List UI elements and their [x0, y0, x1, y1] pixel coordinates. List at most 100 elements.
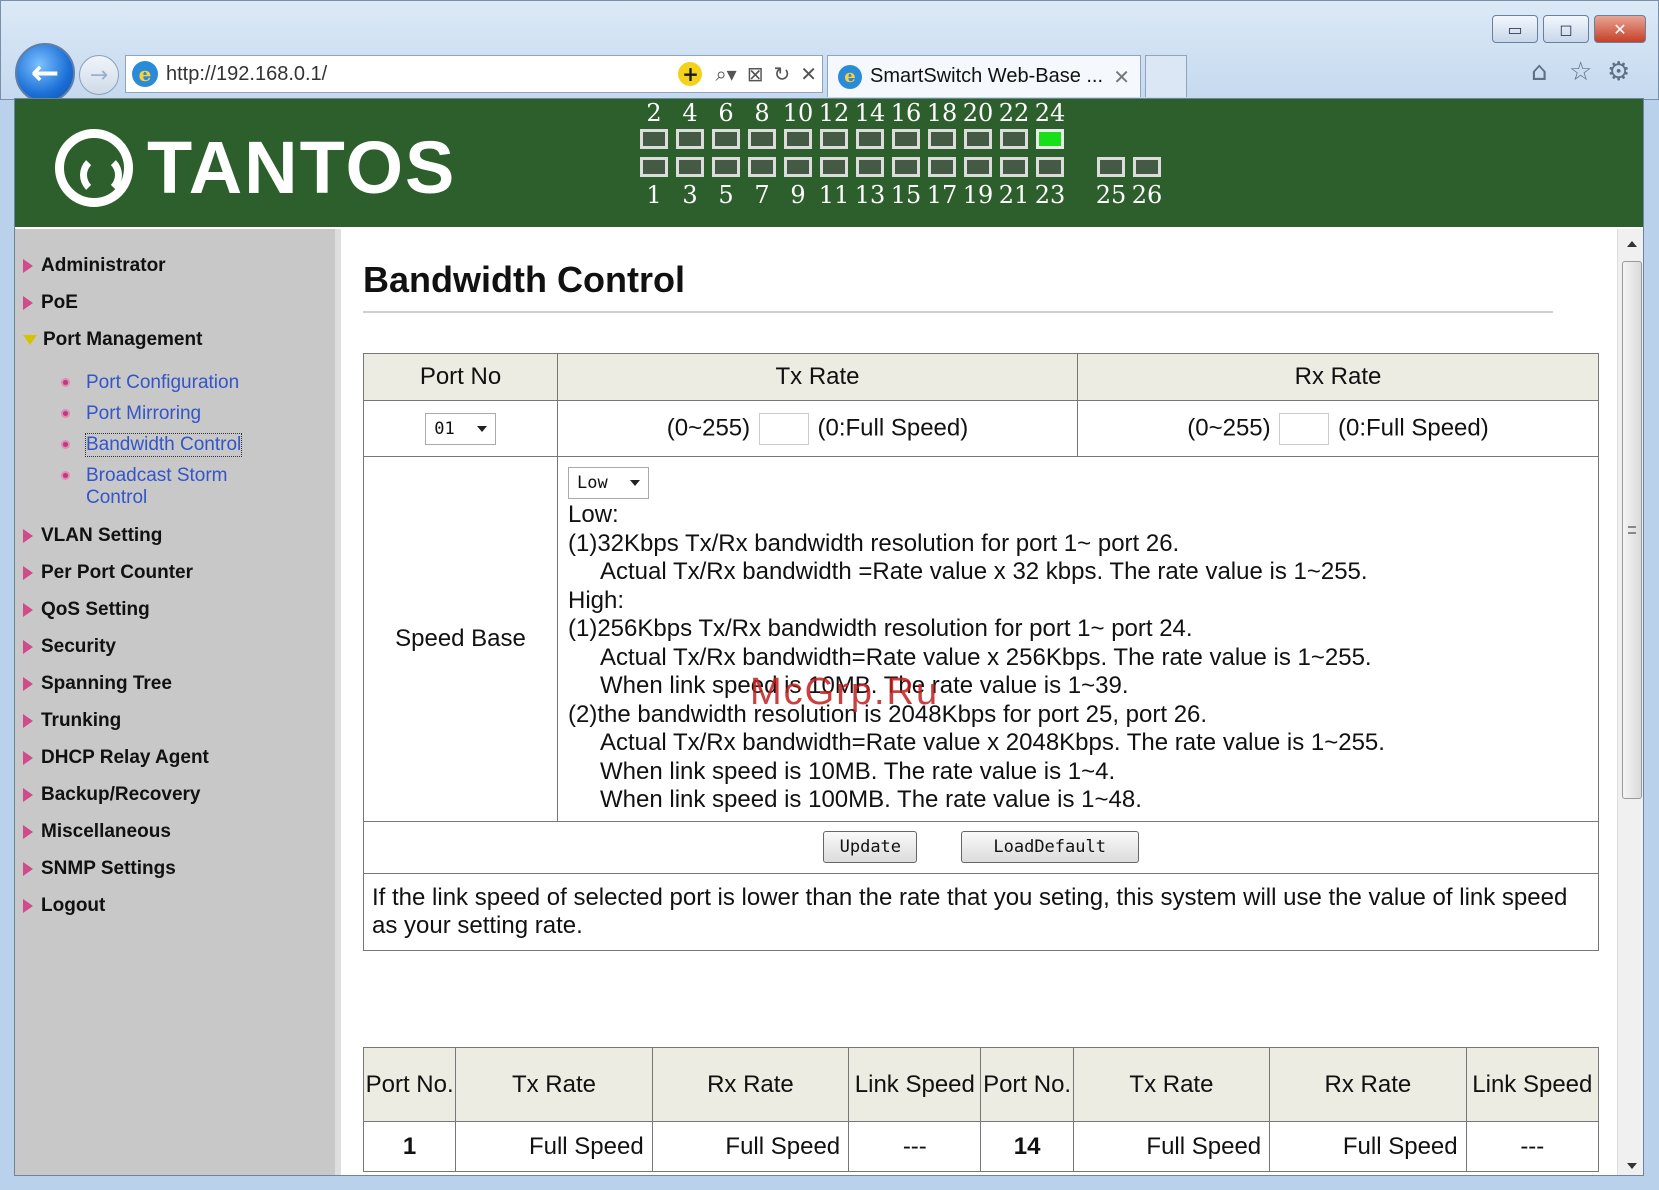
port-number-label: 22 [998, 99, 1030, 127]
port-8-indicator[interactable] [748, 129, 776, 149]
port-2-indicator[interactable] [640, 129, 668, 149]
sidebar-item-dhcp-relay-agent[interactable]: DHCP Relay Agent [23, 747, 209, 769]
port-21-indicator[interactable] [1000, 157, 1028, 177]
address-bar[interactable]: e http://192.168.0.1/ + ⌕▾ ⊠ ↻ ✕ [125, 55, 823, 93]
sidebar-item-label: VLAN Setting [41, 525, 163, 546]
subnav-item-label: Bandwidth Control [84, 433, 243, 457]
link-speed-note: If the link speed of selected port is lo… [363, 872, 1599, 951]
scroll-down-icon[interactable] [1627, 1163, 1637, 1169]
port-11-indicator[interactable] [820, 157, 848, 177]
sidebar-item-security[interactable]: Security [23, 636, 116, 658]
browser-tab[interactable]: e SmartSwitch Web-Base ... ✕ [827, 55, 1141, 97]
port-5-indicator[interactable] [712, 157, 740, 177]
new-tab-button[interactable] [1145, 55, 1187, 97]
page-viewport: TANTOS 2 4 6 8 10 12 14 16 18 20 22 24 1 3 5 7 9 11 13 15 17… [14, 98, 1644, 1176]
port-18-indicator[interactable] [928, 129, 956, 149]
close-window-button[interactable]: ✕ [1594, 15, 1646, 43]
port-3-indicator[interactable] [676, 157, 704, 177]
subnav-item-port-configuration[interactable]: Port Configuration [61, 372, 321, 394]
close-tab-icon[interactable]: ✕ [1113, 65, 1130, 89]
port-9-indicator[interactable] [784, 157, 812, 177]
scroll-up-icon[interactable] [1627, 241, 1637, 247]
port-12-indicator[interactable] [820, 129, 848, 149]
sidebar-item-vlan-setting[interactable]: VLAN Setting [23, 525, 162, 547]
port-6-indicator[interactable] [712, 129, 740, 149]
home-icon[interactable]: ⌂ [1531, 57, 1548, 87]
port-4-indicator[interactable] [676, 129, 704, 149]
sidebar-item-miscellaneous[interactable]: Miscellaneous [23, 821, 171, 843]
sidebar-item-qos-setting[interactable]: QoS Setting [23, 599, 150, 621]
back-icon[interactable]: ← [15, 43, 75, 103]
port-17-indicator[interactable] [928, 157, 956, 177]
subnav-item-bandwidth-control[interactable]: Bandwidth Control [61, 433, 321, 457]
compat-icon[interactable]: ⊠ [747, 62, 764, 86]
port-1-indicator[interactable] [640, 157, 668, 177]
port-13-indicator[interactable] [856, 157, 884, 177]
arrow-icon [23, 714, 33, 728]
sidebar-item-administrator[interactable]: Administrator [23, 255, 166, 277]
forward-icon[interactable]: → [79, 55, 119, 95]
port-19-indicator[interactable] [964, 157, 992, 177]
speed-base-line: When link speed is 100MB. The rate value… [600, 786, 1142, 813]
star-icon[interactable]: ☆ [1569, 57, 1592, 87]
port-15-indicator[interactable] [892, 157, 920, 177]
tx-full-speed-label: (0:Full Speed) [817, 413, 969, 441]
sidebar-item-poe[interactable]: PoE [23, 292, 78, 314]
port-10-indicator[interactable] [784, 129, 812, 149]
rx-rate-input[interactable] [1279, 412, 1330, 445]
port-number-label: 12 [818, 99, 850, 127]
status-header: Rx Rate [651, 1047, 850, 1122]
port-25-indicator[interactable] [1097, 157, 1125, 177]
port-7-indicator[interactable] [748, 157, 776, 177]
maximize-button[interactable]: ◻ [1543, 15, 1589, 43]
speed-base-line: Actual Tx/Rx bandwidth=Rate value x 256K… [600, 643, 1372, 671]
stop-icon[interactable]: ✕ [800, 62, 817, 86]
port-select[interactable]: 01 [425, 412, 496, 445]
vertical-scrollbar[interactable] [1617, 229, 1643, 1175]
sidebar-item-per-port-counter[interactable]: Per Port Counter [23, 562, 193, 584]
bandwidth-form-table: Port No Tx Rate Rx Rate 01 (0~255) (0:Fu… [363, 353, 1599, 951]
status-header: Rx Rate [1269, 1047, 1467, 1122]
sidebar-item-snmp-settings[interactable]: SNMP Settings [23, 858, 176, 880]
arrow-icon [23, 788, 33, 802]
sidebar-item-spanning-tree[interactable]: Spanning Tree [23, 673, 172, 695]
port-24-indicator[interactable] [1036, 129, 1064, 149]
subnav-item-broadcast-storm-control[interactable]: Broadcast Storm Control [61, 465, 241, 509]
sidebar-item-port-management[interactable]: Port Management [23, 329, 202, 351]
subnav-item-port-mirroring[interactable]: Port Mirroring [61, 403, 321, 425]
speed-base-line: When link speed is 10MB. The rate value … [600, 672, 1129, 699]
arrow-icon [23, 296, 33, 310]
sidebar-item-label: Port Management [43, 329, 203, 350]
table-cell: --- [1465, 1121, 1600, 1172]
rx-rate-cell: (0~255) (0:Full Speed) [1077, 400, 1599, 457]
port-14-indicator[interactable] [856, 129, 884, 149]
search-icon[interactable]: ⌕▾ [715, 62, 736, 86]
tx-rate-input[interactable] [758, 412, 809, 445]
port-16-indicator[interactable] [892, 129, 920, 149]
update-button[interactable]: Update [823, 831, 918, 863]
scroll-thumb[interactable] [1622, 261, 1642, 799]
refresh-icon[interactable]: ↻ [773, 62, 790, 86]
port-number-label: 19 [962, 181, 994, 209]
table-cell: 14 [980, 1121, 1074, 1172]
gear-icon[interactable]: ⚙ [1607, 57, 1630, 87]
table-cell: 1 [362, 1121, 457, 1172]
minimize-button[interactable]: ▭ [1492, 15, 1538, 43]
load-default-button[interactable]: LoadDefault [960, 831, 1139, 863]
port-20-indicator[interactable] [964, 129, 992, 149]
speed-base-select[interactable]: Low [568, 467, 649, 499]
address-url[interactable]: http://192.168.0.1/ [166, 63, 673, 86]
port-number-label: 9 [790, 181, 806, 209]
port-number-label: 20 [962, 99, 994, 127]
add-icon[interactable]: + [678, 62, 703, 86]
sidebar-item-label: QoS Setting [41, 599, 150, 620]
port-22-indicator[interactable] [1000, 129, 1028, 149]
sidebar-item-trunking[interactable]: Trunking [23, 710, 121, 732]
main-content: Bandwidth Control Port No Tx Rate Rx Rat… [347, 229, 1609, 1175]
sidebar-item-backup-recovery[interactable]: Backup/Recovery [23, 784, 200, 806]
port-26-indicator[interactable] [1133, 157, 1161, 177]
sidebar-item-label: Administrator [41, 255, 166, 276]
port-23-indicator[interactable] [1036, 157, 1064, 177]
sidebar-item-logout[interactable]: Logout [23, 895, 105, 917]
status-header: Link Speed [848, 1047, 982, 1122]
